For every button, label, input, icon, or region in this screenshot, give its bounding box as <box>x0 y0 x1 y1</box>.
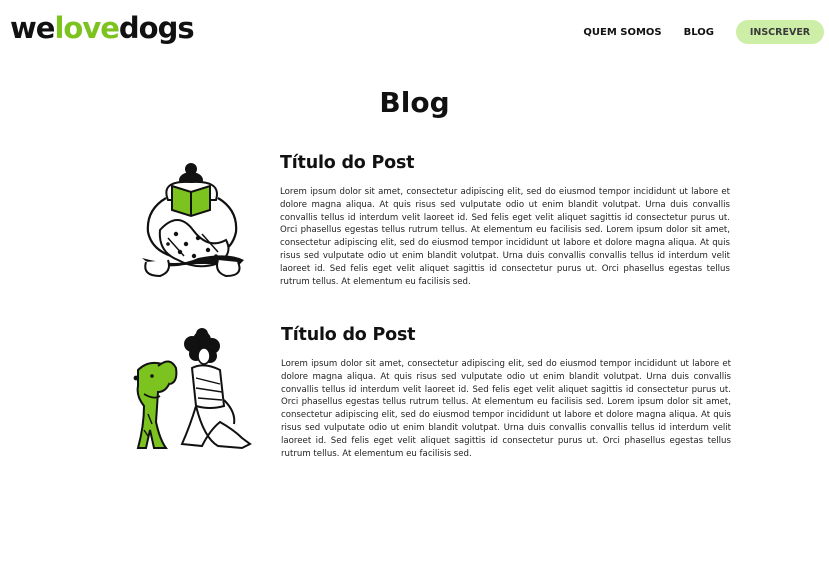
person-reading-book-illustration <box>138 160 248 282</box>
post-body: Lorem ipsum dolor sit amet, consectetur … <box>281 359 731 459</box>
woman-with-dog-illustration <box>130 326 254 450</box>
blog-post: Título do Post Lorem ipsum dolor sit ame… <box>136 150 736 300</box>
nav-link-blog[interactable]: BLOG <box>684 27 714 38</box>
post-title[interactable]: Título do Post <box>280 153 730 173</box>
top-nav: QUEM SOMOS BLOG INSCREVER <box>583 20 824 44</box>
logo-love: love <box>54 11 119 45</box>
blog-post: Título do Post Lorem ipsum dolor sit ame… <box>128 322 738 472</box>
logo-we: we <box>10 11 55 45</box>
post-content: Título do Post Lorem ipsum dolor sit ame… <box>280 150 730 288</box>
inscrever-button[interactable]: INSCREVER <box>736 20 824 44</box>
post-content: Título do Post Lorem ipsum dolor sit ame… <box>281 322 731 460</box>
welovedogs-logo[interactable]: welovedogs <box>10 11 195 45</box>
page: welovedogs QUEM SOMOS BLOG INSCREVER Blo… <box>0 0 829 583</box>
post-title[interactable]: Título do Post <box>281 325 731 345</box>
nav-link-quem-somos[interactable]: QUEM SOMOS <box>583 27 661 38</box>
page-title: Blog <box>379 86 450 119</box>
logo-dogs: dogs <box>118 11 195 45</box>
post-body: Lorem ipsum dolor sit amet, consectetur … <box>280 187 730 287</box>
